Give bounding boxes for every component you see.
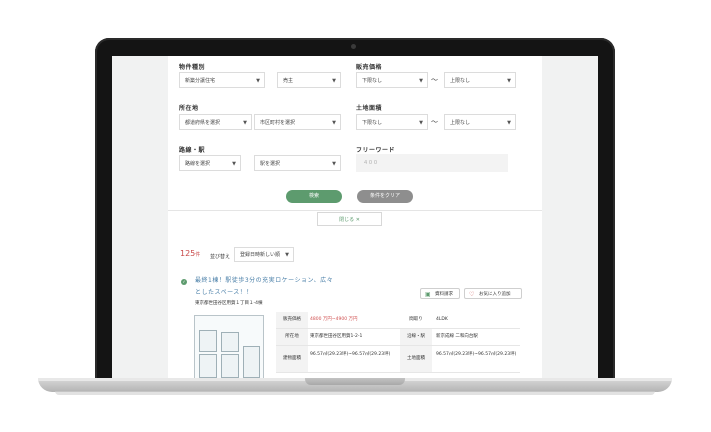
- prefecture-select[interactable]: 都道府県を選択 ▼: [179, 114, 252, 130]
- clear-conditions-button[interactable]: 条件をクリア: [357, 190, 413, 203]
- camera-icon: [351, 44, 356, 49]
- chevron-down-icon: ▼: [419, 78, 423, 84]
- document-icon: ▣: [425, 291, 431, 298]
- web-page: 物件種別 新築分譲住宅 ▼ 売主 ▼ 販売価格 下限なし ▼ 〜 上限なし ▼: [112, 56, 598, 382]
- land-max-select[interactable]: 上限なし ▼: [444, 114, 516, 130]
- request-docs-button[interactable]: ▣ 資料請求: [420, 288, 460, 299]
- floor-plan-room: [243, 346, 260, 378]
- price-max-select[interactable]: 上限なし ▼: [444, 72, 516, 88]
- price-label: 販売価格: [356, 64, 383, 71]
- add-favorite-label: お気に入り追加: [479, 292, 511, 297]
- price-max-value: 上限なし: [450, 78, 471, 84]
- location-label: 所在地: [179, 105, 199, 112]
- chevron-down-icon: ▼: [332, 78, 336, 84]
- station-value: 駅を選択: [260, 161, 281, 167]
- city-value: 市区町村を選択: [260, 120, 296, 126]
- listing-title-line2: としたスペース！！: [195, 289, 253, 296]
- land-min-value: 下限なし: [362, 120, 383, 126]
- laptop-bezel: 物件種別 新築分譲住宅 ▼ 売主 ▼ 販売価格 下限なし ▼ 〜 上限なし ▼: [95, 38, 615, 382]
- heart-icon: ♡: [469, 291, 475, 298]
- property-type-value: 新築分譲住宅: [185, 78, 216, 84]
- range-tilde: 〜: [431, 76, 438, 84]
- seller-type-value: 売主: [283, 78, 294, 84]
- chevron-down-icon: ▼: [232, 161, 236, 167]
- table-value: 96.57㎡(29.23坪)~96.57㎡(29.23坪): [310, 352, 391, 357]
- range-tilde: 〜: [431, 118, 438, 126]
- add-favorite-button[interactable]: ♡ お気に入り追加: [464, 288, 522, 299]
- sort-label: 並び替え: [210, 254, 231, 260]
- divider: [168, 210, 542, 211]
- listing-address: 東京都世田谷区用賀１丁目１-4棟: [195, 301, 263, 306]
- floor-plan-room: [199, 330, 217, 352]
- laptop-screen: 物件種別 新築分譲住宅 ▼ 売主 ▼ 販売価格 下限なし ▼ 〜 上限なし ▼: [112, 56, 598, 382]
- result-count-number: 125: [180, 249, 196, 258]
- property-type-select[interactable]: 新築分譲住宅 ▼: [179, 72, 265, 88]
- table-key: 沿線・駅: [400, 329, 432, 345]
- price-min-select[interactable]: 下限なし ▼: [356, 72, 428, 88]
- line-station-label: 路線・駅: [179, 147, 206, 154]
- listing-title[interactable]: 最終1棟！駅徒歩3分の充実ロケーション、広々 としたスペース！！: [195, 275, 333, 299]
- table-key: 販売価格: [276, 312, 308, 328]
- table-row: 販売価格 4800 万円~4900 万円 間取り 4LDK: [276, 312, 520, 329]
- line-value: 路線を選択: [185, 161, 211, 167]
- table-key: 土地面積: [400, 346, 432, 372]
- check-icon: ✓: [181, 279, 187, 285]
- listing-detail-table: 販売価格 4800 万円~4900 万円 間取り 4LDK 所在地 東京都世田谷…: [276, 312, 520, 382]
- table-row: 所在地 東京都世田谷区用賀1-2-1 沿線・駅 新京成線 二和向台駅: [276, 329, 520, 346]
- laptop-shadow: [55, 391, 655, 395]
- result-count: 125件: [180, 249, 200, 258]
- freeword-input[interactable]: ４００: [356, 154, 508, 172]
- table-value: 新京成線 二和向台駅: [436, 334, 478, 339]
- sort-select[interactable]: 登録日時新しい順 ▼: [234, 247, 294, 262]
- chevron-down-icon: ▼: [256, 78, 260, 84]
- seller-type-select[interactable]: 売主 ▼: [277, 72, 341, 88]
- laptop-notch: [305, 378, 405, 385]
- search-content: 物件種別 新築分譲住宅 ▼ 売主 ▼ 販売価格 下限なし ▼ 〜 上限なし ▼: [168, 56, 542, 382]
- station-select[interactable]: 駅を選択 ▼: [254, 155, 341, 171]
- page-margin-right: [542, 56, 598, 382]
- table-value: 96.57㎡(29.23坪)~96.57㎡(29.23坪): [436, 352, 517, 357]
- floor-plan-room: [221, 332, 239, 352]
- chevron-down-icon: ▼: [332, 120, 336, 126]
- property-type-label: 物件種別: [179, 64, 206, 71]
- chevron-down-icon: ▼: [332, 161, 336, 167]
- chevron-down-icon: ▼: [507, 120, 511, 126]
- floor-plan-image[interactable]: [194, 315, 264, 382]
- city-select[interactable]: 市区町村を選択 ▼: [254, 114, 341, 130]
- floor-plan-room: [199, 354, 217, 378]
- table-key: 間取り: [409, 317, 423, 322]
- chevron-down-icon: ▼: [419, 120, 423, 126]
- floor-plan-room: [221, 354, 239, 378]
- table-key: 所在地: [276, 329, 308, 345]
- table-key: 建物面積: [276, 346, 308, 372]
- listing-title-line1: 最終1棟！駅徒歩3分の充実ロケーション、広々: [195, 277, 334, 284]
- table-value: 4LDK: [436, 317, 448, 322]
- table-value: 東京都世田谷区用賀1-2-1: [310, 334, 363, 339]
- prefecture-value: 都道府県を選択: [185, 120, 221, 126]
- freeword-label: フリーワード: [356, 147, 396, 154]
- result-count-unit: 件: [195, 252, 201, 258]
- laptop-frame: 物件種別 新築分譲住宅 ▼ 売主 ▼ 販売価格 下限なし ▼ 〜 上限なし ▼: [0, 0, 711, 432]
- page-margin-left: [112, 56, 168, 382]
- request-docs-label: 資料請求: [435, 292, 453, 297]
- land-min-select[interactable]: 下限なし ▼: [356, 114, 428, 130]
- line-select[interactable]: 路線を選択 ▼: [179, 155, 241, 171]
- price-min-value: 下限なし: [362, 78, 383, 84]
- chevron-down-icon: ▼: [243, 120, 247, 126]
- land-area-label: 土地面積: [356, 105, 383, 112]
- sort-value: 登録日時新しい順: [240, 252, 281, 258]
- land-max-value: 上限なし: [450, 120, 471, 126]
- chevron-down-icon: ▼: [507, 78, 511, 84]
- table-value-price: 4800 万円~4900 万円: [310, 317, 358, 322]
- search-button[interactable]: 検索: [286, 190, 342, 203]
- table-row: 建物面積 96.57㎡(29.23坪)~96.57㎡(29.23坪) 土地面積 …: [276, 346, 520, 373]
- chevron-down-icon: ▼: [285, 252, 289, 258]
- close-search-button[interactable]: 閉じる ✕: [317, 212, 382, 226]
